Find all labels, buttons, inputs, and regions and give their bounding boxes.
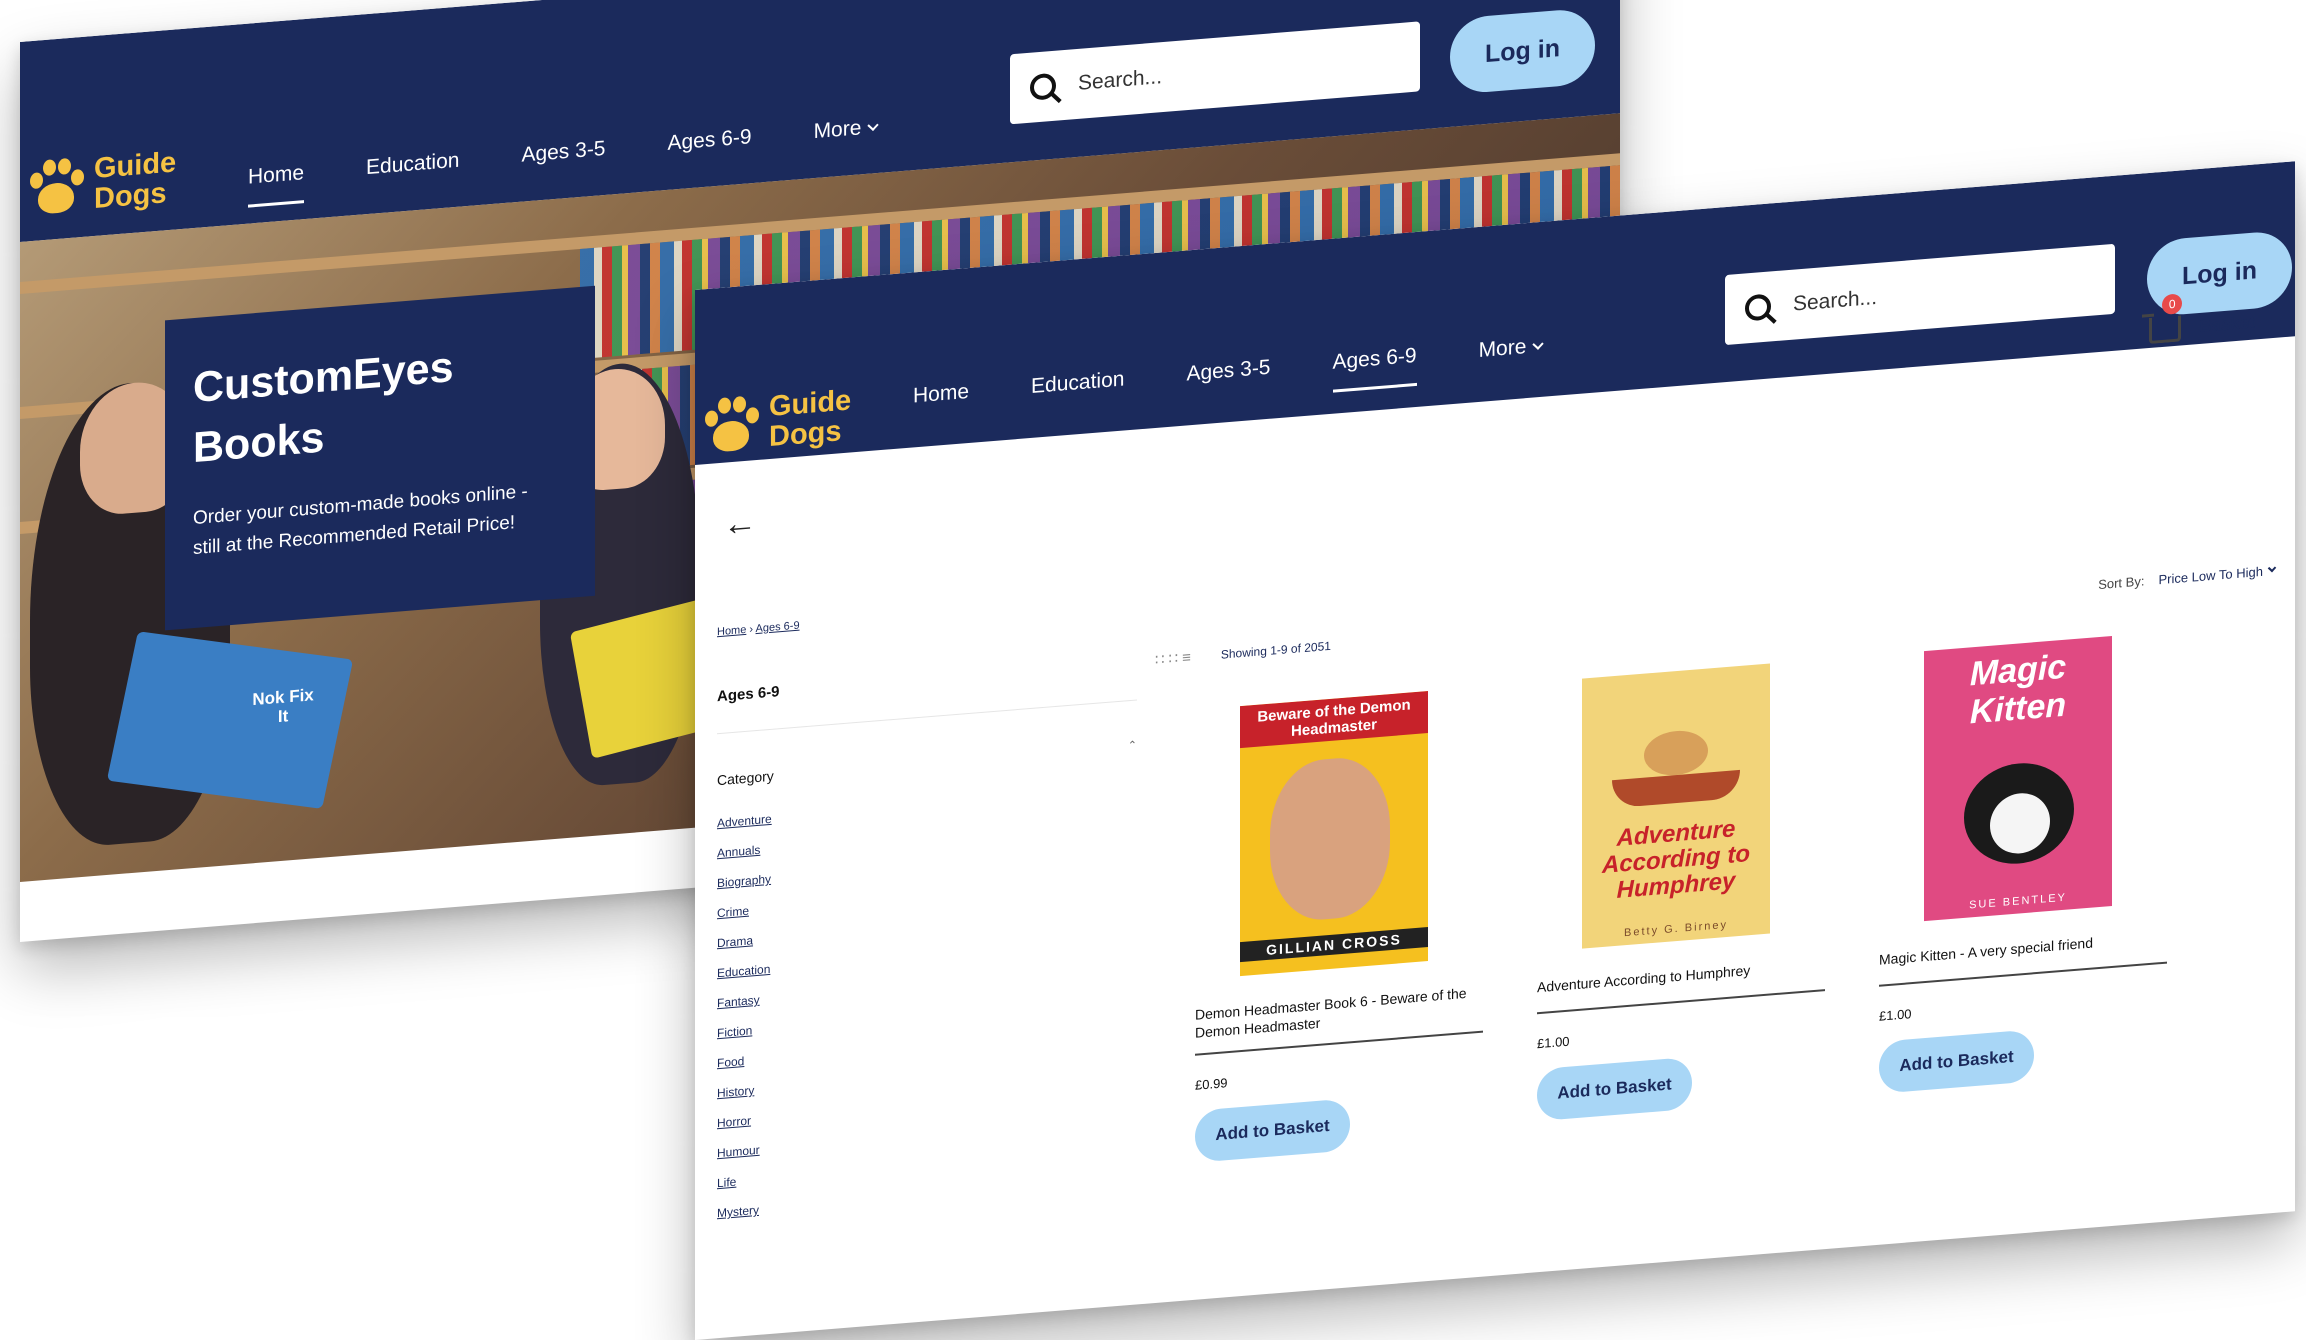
search-icon — [1745, 293, 1771, 322]
product-card: Magic Kitten SUE BENTLEY Magic Kitten - … — [1879, 632, 2167, 1108]
product-price: £1.00 — [1879, 1006, 1912, 1024]
book-cover-image[interactable]: Magic Kitten SUE BENTLEY — [1924, 635, 2112, 922]
category-list: Adventure Annuals Biography Crime Drama … — [717, 774, 1137, 1228]
chevron-down-icon — [867, 119, 880, 131]
product-card: Beware of the Demon Headmaster GILLIAN C… — [1195, 687, 1483, 1163]
product-price: £0.99 — [1195, 1075, 1228, 1093]
chevron-up-icon: ⌃ — [1127, 739, 1137, 753]
logo-text-line2: Dogs — [94, 177, 167, 216]
nav-home[interactable]: Home — [248, 161, 304, 190]
login-button[interactable]: Log in — [1450, 7, 1595, 95]
chevron-down-icon — [1532, 338, 1545, 350]
nav-ages-3-5[interactable]: Ages 3-5 — [1186, 356, 1270, 387]
add-to-basket-button[interactable]: Add to Basket — [1537, 1056, 1692, 1122]
product-card: Adventure According to Humphrey Betty G.… — [1537, 659, 1825, 1135]
nav-more[interactable]: More — [1478, 334, 1545, 363]
search-input[interactable] — [1793, 272, 2043, 317]
magazine-image: Nok Fix It — [106, 631, 354, 809]
cover-title: Adventure According to Humphrey — [1602, 815, 1750, 904]
paw-logo-icon — [28, 155, 84, 220]
add-to-basket-button[interactable]: Add to Basket — [1195, 1098, 1350, 1163]
magazine-cover-text: Nok Fix It — [252, 685, 314, 727]
grid-view-icon[interactable]: ∷∷ — [1155, 650, 1182, 669]
sort-label: Sort By: — [2098, 572, 2145, 592]
product-name[interactable]: Adventure According to Humphrey — [1537, 955, 1825, 1015]
nav-ages-3-5[interactable]: Ages 3-5 — [521, 137, 605, 168]
nav-ages-6-9[interactable]: Ages 6-9 — [1333, 344, 1417, 375]
product-name[interactable]: Demon Headmaster Book 6 - Beware of the … — [1195, 982, 1483, 1056]
cover-author: SUE BENTLEY — [1969, 891, 2067, 912]
results-count: Showing 1-9 of 2051 — [1220, 638, 1331, 662]
nav-more-label: More — [1478, 335, 1527, 362]
sidebar-title: Ages 6-9 — [717, 654, 1137, 735]
search-bar[interactable] — [1010, 21, 1420, 125]
nav-home[interactable]: Home — [913, 380, 969, 409]
book-cover-image[interactable]: Adventure According to Humphrey Betty G.… — [1582, 663, 1770, 949]
breadcrumb-separator: › — [749, 623, 754, 636]
cover-author: Betty G. Birney — [1624, 918, 1728, 940]
chevron-down-icon — [2267, 563, 2277, 572]
sort-select[interactable]: Price Low To High — [2158, 563, 2263, 586]
search-bar[interactable] — [1725, 243, 2115, 346]
search-icon — [1030, 72, 1056, 101]
paw-logo-icon — [703, 393, 759, 458]
logo-text-line2: Dogs — [769, 415, 842, 454]
nav-education[interactable]: Education — [1031, 367, 1124, 399]
breadcrumb: Home › Ages 6-9 — [717, 620, 800, 639]
cart-icon: 0 — [2149, 293, 2183, 344]
back-arrow-icon[interactable]: ← — [723, 503, 757, 545]
cover-author: GILLIAN CROSS — [1240, 927, 1428, 963]
main-nav: Home Education Ages 3-5 Ages 6-9 More — [913, 329, 1604, 409]
breadcrumb-current[interactable]: Ages 6-9 — [756, 620, 800, 636]
list-view-icon[interactable]: ≡ — [1182, 649, 1195, 667]
category-heading: Category — [717, 767, 774, 789]
nav-education[interactable]: Education — [366, 149, 459, 181]
add-to-basket-button[interactable]: Add to Basket — [1879, 1029, 2034, 1094]
book-cover-image[interactable]: Beware of the Demon Headmaster GILLIAN C… — [1240, 691, 1428, 977]
product-grid: Beware of the Demon Headmaster GILLIAN C… — [1195, 632, 2167, 1163]
product-name[interactable]: Magic Kitten - A very special friend — [1879, 927, 2167, 987]
guide-dogs-logo[interactable]: Guide Dogs — [28, 146, 176, 220]
cover-title: Beware of the Demon Headmaster — [1240, 691, 1428, 749]
sort-control[interactable]: Sort By: Price Low To High — [2098, 562, 2277, 592]
nav-ages-6-9[interactable]: Ages 6-9 — [668, 125, 752, 156]
cover-title: Magic Kitten — [1969, 647, 2067, 732]
search-input[interactable] — [1078, 51, 1328, 96]
guide-dogs-logo[interactable]: Guide Dogs — [703, 384, 851, 458]
breadcrumb-home[interactable]: Home — [717, 624, 746, 638]
basket-label: Basket — [2199, 312, 2255, 336]
listing-screenshot: Guide Dogs Home Education Ages 3-5 Ages … — [695, 161, 2295, 1340]
product-price: £1.00 — [1537, 1033, 1570, 1052]
nav-more-label: More — [813, 116, 862, 144]
hero-card: CustomEyes Books Order your custom-made … — [165, 285, 595, 631]
nav-more[interactable]: More — [813, 115, 880, 144]
filter-sidebar: Ages 6-9 Category ⌃ Adventure Annuals Bi… — [717, 654, 1137, 1228]
